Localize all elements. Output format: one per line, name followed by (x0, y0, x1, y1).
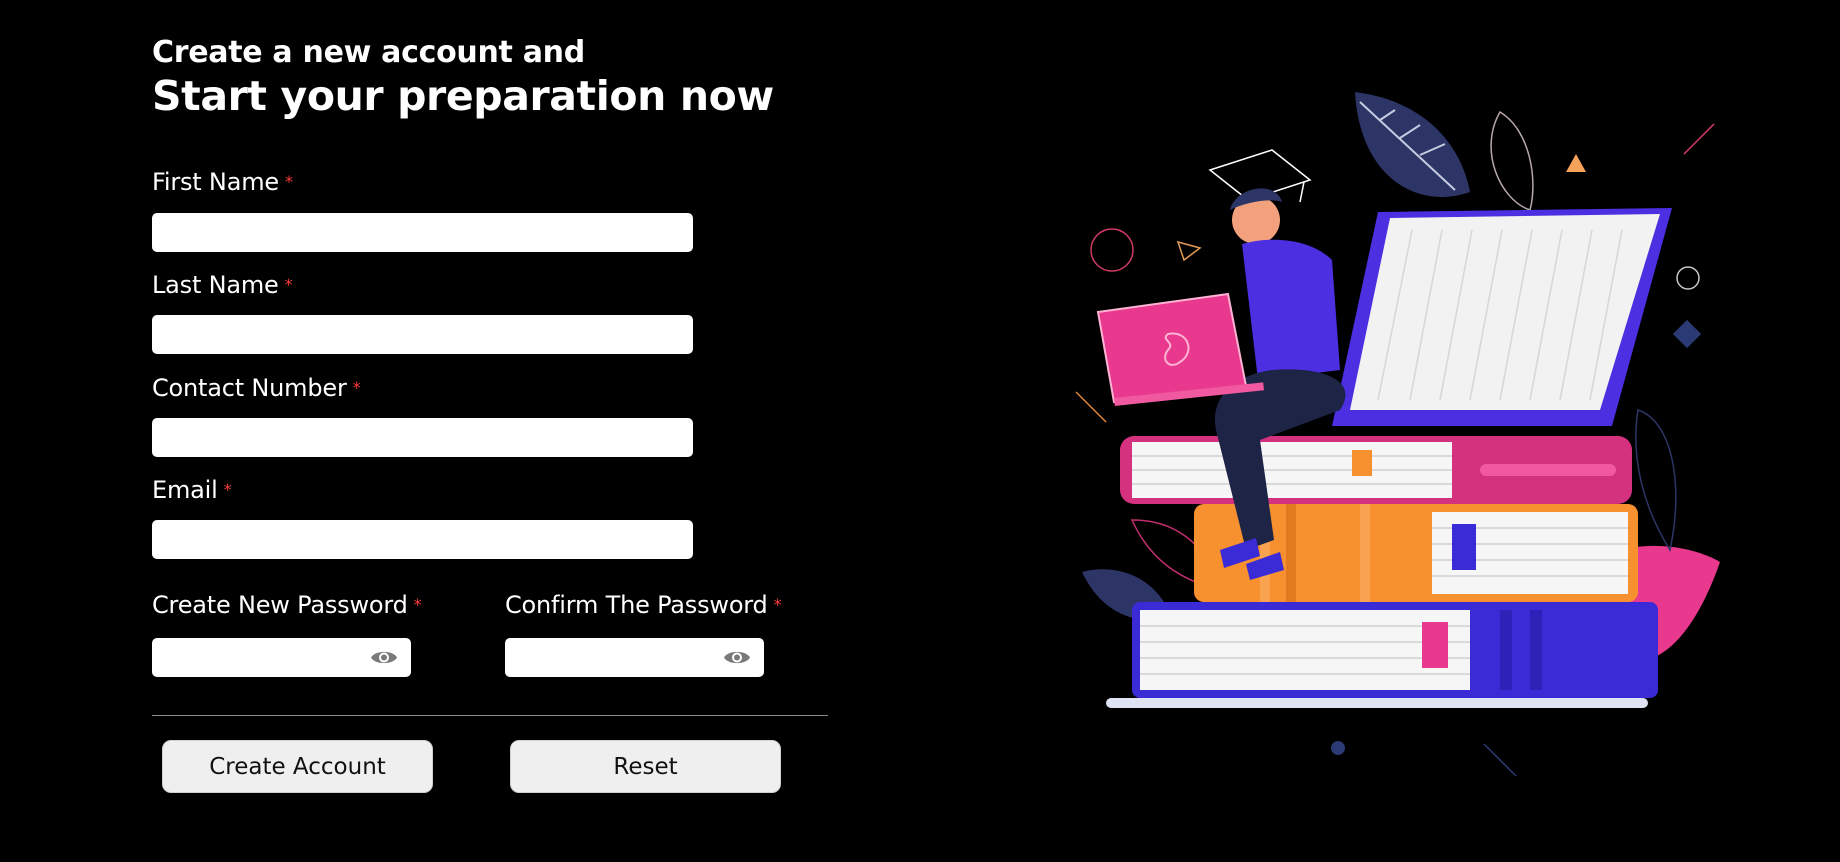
student-books-illustration (1075, 92, 1720, 777)
email-group: Email * (152, 476, 693, 559)
decor-dot (1331, 741, 1345, 755)
create-account-button[interactable]: Create Account (162, 740, 433, 793)
form-divider (152, 715, 828, 716)
email-input[interactable] (152, 520, 693, 559)
page-heading: Create a new account and Start your prep… (152, 33, 774, 119)
book-stripe (1360, 504, 1370, 602)
confirm-password-group: Confirm The Password * (505, 591, 782, 677)
required-marker: * (413, 595, 422, 614)
book-stripe (1500, 610, 1512, 690)
first-name-group: First Name * (152, 168, 693, 252)
bookmark (1352, 450, 1372, 476)
required-marker: * (773, 595, 782, 614)
confirm-password-input[interactable] (505, 638, 715, 677)
new-password-group: Create New Password * (152, 591, 422, 677)
decor-triangle (1176, 240, 1202, 262)
decor-diamond (1672, 319, 1702, 349)
email-label: Email * (152, 476, 232, 504)
required-marker: * (284, 275, 293, 294)
required-marker: * (284, 172, 293, 191)
leaf (1355, 92, 1470, 197)
required-marker: * (352, 378, 361, 397)
book-stripe (1286, 504, 1296, 602)
decor-line (1683, 123, 1715, 155)
decor-circle (1676, 266, 1700, 290)
decor-line (1075, 391, 1107, 423)
cap-tassel (1299, 181, 1305, 203)
first-name-label: First Name * (152, 168, 293, 196)
new-password-label: Create New Password * (152, 591, 422, 619)
new-password-field (152, 638, 411, 677)
contact-number-label: Contact Number * (152, 374, 361, 402)
leaf (1635, 409, 1677, 552)
contact-number-input[interactable] (152, 418, 693, 457)
contact-number-group: Contact Number * (152, 374, 693, 457)
page-subtitle: Create a new account and (152, 35, 585, 70)
reset-button[interactable]: Reset (510, 740, 781, 793)
last-name-input[interactable] (152, 315, 693, 354)
first-name-input[interactable] (152, 213, 693, 252)
last-name-label: Last Name * (152, 271, 293, 299)
signup-page: Create a new account and Start your prep… (0, 0, 1840, 862)
bookmark (1452, 524, 1476, 570)
laptop (1096, 292, 1248, 404)
last-name-group: Last Name * (152, 271, 693, 354)
required-marker: * (223, 480, 232, 499)
bookmark (1422, 622, 1448, 668)
decor-circle (1090, 228, 1134, 272)
confirm-password-field (505, 638, 764, 677)
decor-triangle (1566, 154, 1586, 172)
book-stripe (1480, 464, 1616, 476)
student-shirt (1242, 239, 1340, 380)
confirm-password-label: Confirm The Password * (505, 591, 782, 619)
leaf (1490, 110, 1534, 211)
book-pages (1140, 610, 1470, 690)
book-stripe (1530, 610, 1542, 690)
page-title: Start your preparation now (152, 72, 774, 120)
decor-line (1483, 743, 1517, 777)
eye-icon[interactable] (723, 648, 751, 667)
new-password-input[interactable] (152, 638, 362, 677)
eye-icon[interactable] (370, 648, 398, 667)
book-base (1106, 698, 1648, 708)
